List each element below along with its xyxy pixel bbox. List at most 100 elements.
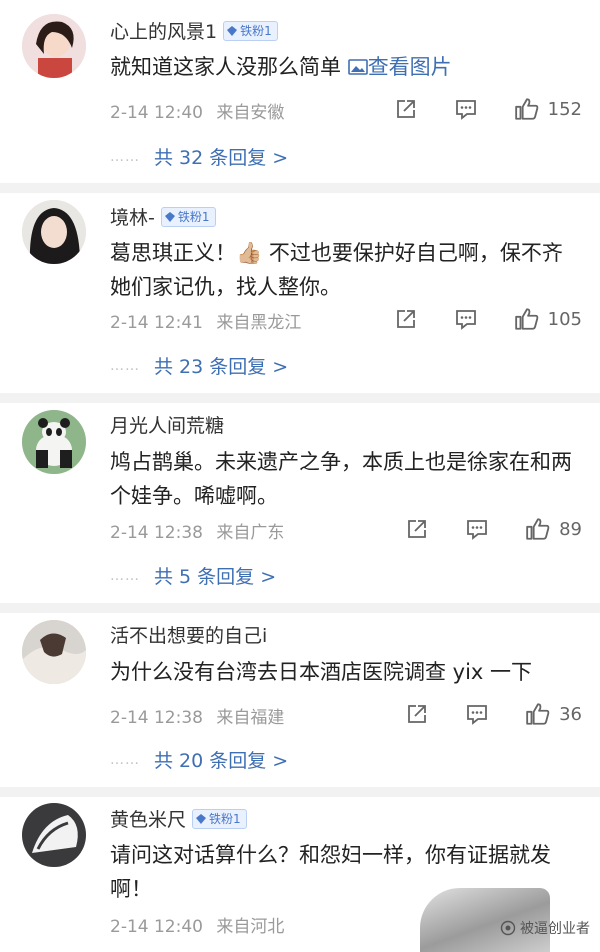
comment-icon xyxy=(467,705,487,725)
like-button[interactable]: 89 xyxy=(525,516,582,542)
share-icon xyxy=(408,705,426,723)
comment-location: 来自河北 xyxy=(216,917,285,937)
comment-meta: 2-14 12:38 来自广东 xyxy=(110,518,292,543)
avatar-image-icon xyxy=(22,200,86,264)
comment-text: 为什么没有台湾去日本酒店医院调查 yix 一下 xyxy=(110,660,533,684)
avatar-image-icon xyxy=(22,410,86,474)
username[interactable]: 境林- 铁粉1 xyxy=(110,203,216,230)
comment-time: 2-14 12:40 xyxy=(110,917,203,937)
view-image-link[interactable]: 查看图片 xyxy=(347,55,452,79)
reply-count: 共 32 条回复 > xyxy=(154,147,289,169)
like-count: 152 xyxy=(547,98,582,120)
reply-count: 共 20 条回复 > xyxy=(154,750,289,772)
comment-body: 就知道这家人没那么简单 xyxy=(110,55,341,79)
comment-text: 就知道这家人没那么简单 查看图片 xyxy=(110,50,580,84)
diamond-icon xyxy=(164,211,175,222)
comment-text: 葛思琪正义！👍🏼 不过也要保护好自己啊，保不齐她们家记仇，找人整你。 xyxy=(110,241,563,299)
avatar-image-icon xyxy=(22,14,86,78)
diamond-icon xyxy=(196,813,207,824)
comment-time: 2-14 12:38 xyxy=(110,708,203,728)
like-count: 36 xyxy=(559,703,582,725)
comment-location: 来自广东 xyxy=(216,523,285,543)
share-icon xyxy=(408,520,426,538)
comment-location: 来自安徽 xyxy=(216,103,285,123)
like-count: 89 xyxy=(559,518,582,540)
like-count: 105 xyxy=(547,308,582,330)
thumbs-up-icon xyxy=(514,98,538,120)
comment-icon xyxy=(467,520,487,540)
divider xyxy=(0,603,600,613)
comment-location: 来自黑龙江 xyxy=(216,313,302,333)
comment-icon xyxy=(455,100,476,120)
view-replies-link[interactable]: …… 共 5 条回复 > xyxy=(110,562,276,589)
username-text: 黄色米尺 xyxy=(110,809,187,831)
comment-actions: 36 xyxy=(405,701,582,727)
comment-time: 2-14 12:41 xyxy=(110,313,203,333)
fan-badge[interactable]: 铁粉1 xyxy=(223,20,278,41)
username-text: 境林- xyxy=(110,207,155,229)
thumbs-up-icon xyxy=(514,308,538,330)
reply-count: 共 5 条回复 > xyxy=(154,566,277,588)
diamond-icon xyxy=(227,25,238,36)
share-button[interactable] xyxy=(394,307,418,331)
view-replies-link[interactable]: …… 共 23 条回复 > xyxy=(110,352,288,379)
avatar[interactable] xyxy=(22,803,86,867)
image-icon xyxy=(347,59,368,75)
reply-button[interactable] xyxy=(465,517,489,541)
username[interactable]: 黄色米尺 铁粉1 xyxy=(110,805,247,832)
like-button[interactable]: 105 xyxy=(514,306,582,332)
comment-actions: 89 xyxy=(405,516,582,542)
fan-badge-label: 铁粉1 xyxy=(240,23,272,38)
comment-actions: 152 xyxy=(394,96,582,122)
comment-icon xyxy=(455,310,476,330)
username-text: 心上的风景1 xyxy=(110,21,218,43)
username-text: 活不出想要的自己i xyxy=(110,625,268,647)
share-button[interactable] xyxy=(394,97,418,121)
avatar-image-icon xyxy=(22,620,86,684)
watermark: 被逼创业者 xyxy=(500,918,590,938)
thumbs-up-icon xyxy=(526,518,550,540)
avatar[interactable] xyxy=(22,620,86,684)
like-button[interactable]: 36 xyxy=(525,701,582,727)
like-button[interactable]: 152 xyxy=(514,96,582,122)
reply-dots: …… xyxy=(110,751,140,768)
fan-badge-label: 铁粉1 xyxy=(209,811,241,826)
view-image-label: 查看图片 xyxy=(367,55,452,79)
comment-time: 2-14 12:40 xyxy=(110,103,203,123)
divider xyxy=(0,787,600,797)
avatar[interactable] xyxy=(22,200,86,264)
view-replies-link[interactable]: …… 共 32 条回复 > xyxy=(110,143,288,170)
reply-dots: …… xyxy=(110,567,140,584)
avatar-image-icon xyxy=(22,803,86,867)
watermark-logo-icon xyxy=(500,920,516,936)
divider xyxy=(0,393,600,403)
username[interactable]: 月光人间荒糖 xyxy=(110,411,224,438)
avatar[interactable] xyxy=(22,14,86,78)
share-icon xyxy=(396,100,415,118)
reply-button[interactable] xyxy=(454,97,478,121)
view-replies-link[interactable]: …… 共 20 条回复 > xyxy=(110,746,288,773)
divider xyxy=(0,183,600,193)
comment-text: 鸠占鹊巢。未来遗产之争，本质上也是徐家在和两个娃争。唏嘘啊。 xyxy=(110,450,572,508)
fan-badge[interactable]: 铁粉1 xyxy=(160,206,216,227)
comment-location: 来自福建 xyxy=(216,708,285,728)
share-button[interactable] xyxy=(405,702,429,726)
share-button[interactable] xyxy=(405,517,429,541)
comment-time: 2-14 12:38 xyxy=(110,523,203,543)
username-text: 月光人间荒糖 xyxy=(110,415,225,437)
reply-dots: …… xyxy=(110,357,140,374)
thumbs-up-icon xyxy=(526,703,550,725)
fan-badge[interactable]: 铁粉1 xyxy=(192,808,247,829)
comment-meta: 2-14 12:38 来自福建 xyxy=(110,703,292,728)
comment-meta: 2-14 12:41 来自黑龙江 xyxy=(110,308,309,333)
comment-meta: 2-14 12:40 来自河北 xyxy=(110,912,292,937)
username[interactable]: 心上的风景1 铁粉1 xyxy=(110,17,278,44)
fan-badge-label: 铁粉1 xyxy=(177,209,210,224)
watermark-text: 被逼创业者 xyxy=(520,921,590,937)
username[interactable]: 活不出想要的自己i xyxy=(110,621,267,648)
reply-button[interactable] xyxy=(454,307,478,331)
reply-button[interactable] xyxy=(465,702,489,726)
share-icon xyxy=(396,310,415,328)
avatar[interactable] xyxy=(22,410,86,474)
comment-actions: 105 xyxy=(394,306,582,332)
